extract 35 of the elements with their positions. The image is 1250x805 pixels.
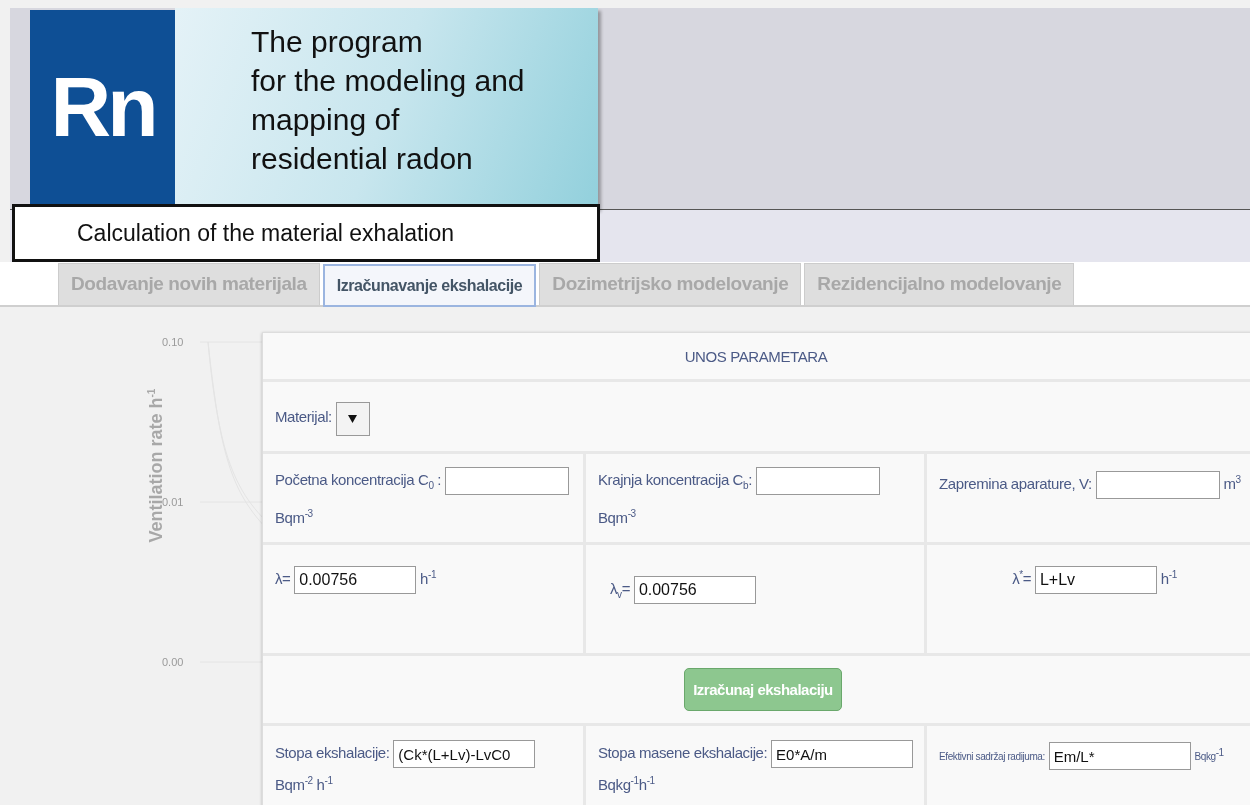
field-label: Zapremina aparature, V: (939, 475, 1092, 492)
tab[interactable]: Izračunavanje ekshalacije (322, 264, 537, 307)
field-label: Početna koncentracija C$_{0}$ : (275, 471, 442, 488)
input-field[interactable]: 0.00756 (294, 566, 417, 595)
field-label: λ$^{*}$= (1012, 570, 1032, 587)
logo: Rn (30, 10, 175, 205)
unit-label: Bqkg$^{-1}$h$^{-1}$ (598, 776, 655, 794)
input-field[interactable] (444, 467, 569, 496)
input-field[interactable] (755, 467, 880, 496)
axis-tick: 0.10 (162, 336, 184, 348)
input-field[interactable]: (Ck*(L+Lv)-LvC0 (393, 740, 536, 769)
caret-icon (348, 414, 358, 423)
input-field[interactable] (1095, 471, 1220, 500)
field-label: Stopa ekshalacije: (275, 744, 390, 761)
field-label: Krajnja koncentracija C$_{b}$: (598, 471, 752, 488)
unit-label: Bqm$^{-3}$ (598, 509, 636, 526)
field-label: Efektivni sadržaj radijuma: (939, 751, 1045, 763)
unit-label: m$^{3}$ (1223, 475, 1241, 492)
field-label: Materijal: (275, 408, 332, 425)
panel-title: UNOS PARAMETARA (684, 347, 828, 365)
unit-label: Bqm$^{-3}$ (275, 509, 313, 526)
field-label: Stopa masene ekshalacije: (598, 744, 768, 761)
input-field[interactable]: L+Lv (1034, 566, 1157, 595)
field-label: λ$_{v}$= (610, 580, 631, 597)
unit-label: h$^{-1}$ (420, 570, 437, 587)
input-field[interactable]: E0*A/m (771, 740, 914, 769)
material-dropdown[interactable] (335, 401, 370, 436)
input-field[interactable]: 0.00756 (633, 576, 756, 605)
axis-tick: 0.01 (162, 496, 184, 508)
caption: Calculation of the material exhalation (12, 204, 600, 262)
input-field[interactable]: Em/L* (1048, 742, 1191, 771)
unit-label: Bqm$^{-2}$ h$^{-1}$ (275, 776, 333, 794)
field-label: λ= (275, 570, 291, 587)
axis-tick: 0.00 (162, 656, 184, 668)
unit-label: h$^{-1}$ (1160, 570, 1177, 587)
